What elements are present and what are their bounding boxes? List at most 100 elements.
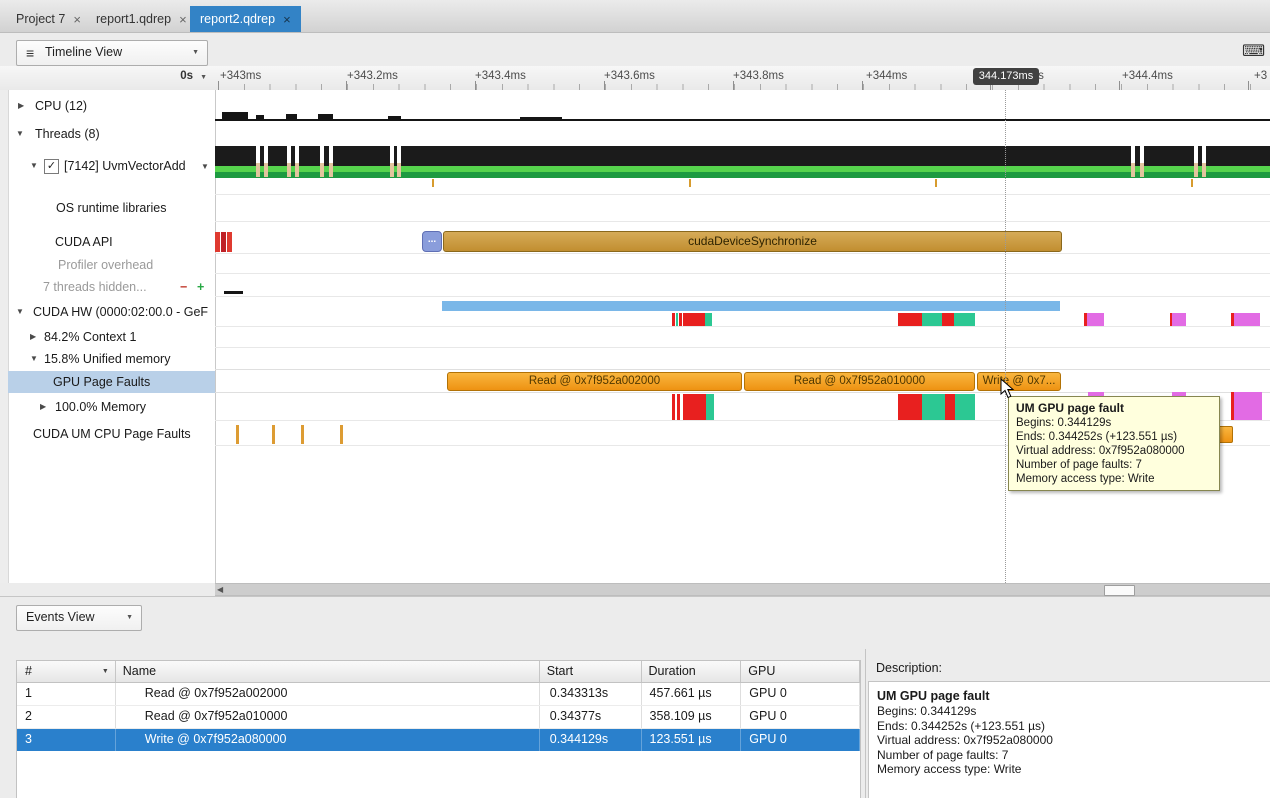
sidebar-item-context1[interactable]: ▶ 84.2% Context 1 bbox=[0, 327, 215, 347]
sidebar-item-unified-memory[interactable]: ▼ 15.8% Unified memory bbox=[0, 349, 215, 369]
memory-segment[interactable] bbox=[672, 394, 675, 420]
time-marker-badge[interactable]: 344.173ms bbox=[973, 68, 1039, 85]
keyboard-shortcuts-icon[interactable]: ⌨ bbox=[1242, 41, 1265, 61]
cell-gpu: GPU 0 bbox=[741, 706, 860, 728]
tab-project[interactable]: Project 7 × bbox=[6, 6, 91, 32]
memory-segment[interactable] bbox=[898, 394, 922, 420]
gpu-page-fault-bar[interactable]: Read @ 0x7f952a002000 bbox=[447, 372, 742, 391]
collapsed-api-calls-chip[interactable]: ... bbox=[422, 231, 442, 252]
view-selector[interactable]: ≡ Timeline View ▼ bbox=[16, 40, 208, 66]
chevron-down-icon[interactable]: ▼ bbox=[30, 349, 38, 369]
scrollbar-thumb[interactable] bbox=[1104, 585, 1135, 596]
close-icon[interactable]: × bbox=[283, 13, 291, 26]
kernel-segment[interactable] bbox=[679, 313, 682, 326]
chevron-down-icon: ▼ bbox=[126, 614, 133, 621]
gpu-page-fault-bar[interactable]: Read @ 0x7f952a010000 bbox=[744, 372, 975, 391]
cpu-page-fault-tick[interactable] bbox=[272, 425, 275, 444]
row-separator bbox=[215, 347, 1270, 348]
column-header-start[interactable]: Start bbox=[540, 661, 642, 682]
tab-report2-active[interactable]: report2.qdrep × bbox=[190, 6, 301, 32]
ruler-tick-label: +343.2ms bbox=[347, 70, 398, 82]
cpu-page-fault-tick[interactable] bbox=[301, 425, 304, 444]
kernel-segment[interactable] bbox=[954, 313, 975, 326]
sidebar-item-gpu-page-faults[interactable]: GPU Page Faults bbox=[0, 372, 215, 392]
chevron-down-icon[interactable]: ▼ bbox=[200, 74, 207, 81]
memory-segment[interactable] bbox=[706, 394, 714, 420]
sidebar-item-cpu[interactable]: ▶ CPU (12) bbox=[0, 96, 215, 116]
table-row[interactable]: 1 Read @ 0x7f952a002000 0.343313s 457.66… bbox=[17, 683, 860, 706]
thread-gap bbox=[329, 146, 333, 177]
table-row-selected[interactable]: 3 Write @ 0x7f952a080000 0.344129s 123.5… bbox=[17, 729, 860, 751]
ruler-major-tick bbox=[475, 81, 476, 90]
scroll-left-icon[interactable]: ◀ bbox=[217, 584, 223, 595]
chevron-down-icon[interactable]: ▼ bbox=[16, 124, 24, 144]
timeline-ruler[interactable]: +343ms +343.2ms +343.4ms +343.6ms +343.8… bbox=[215, 66, 1270, 91]
os-event-tick[interactable] bbox=[935, 179, 937, 187]
os-event-tick[interactable] bbox=[1191, 179, 1193, 187]
chevron-down-icon[interactable]: ▼ bbox=[30, 156, 38, 176]
memory-transfer-segment[interactable] bbox=[1172, 313, 1186, 326]
kernel-segment[interactable] bbox=[683, 313, 705, 326]
column-header-duration[interactable]: Duration bbox=[642, 661, 742, 682]
ruler-major-tick bbox=[1248, 81, 1249, 90]
chevron-right-icon[interactable]: ▶ bbox=[40, 397, 46, 417]
close-icon[interactable]: × bbox=[73, 13, 81, 26]
ruler-origin-cell[interactable]: 0s ▼ bbox=[0, 66, 216, 91]
kernel-segment[interactable] bbox=[942, 313, 954, 326]
sidebar-item-uvmvectoradd-thread[interactable]: ▼ ✓ [7142] UvmVectorAdd ▼ bbox=[0, 156, 215, 176]
kernel-segment[interactable] bbox=[705, 313, 712, 326]
tooltip-line: Memory access type: Write bbox=[1016, 472, 1212, 486]
memory-segment[interactable] bbox=[922, 394, 945, 420]
kernel-segment[interactable] bbox=[676, 313, 678, 326]
kernel-segment[interactable] bbox=[672, 313, 675, 326]
api-call-segment[interactable] bbox=[215, 232, 220, 252]
kernel-range-bar[interactable] bbox=[442, 301, 1060, 311]
chevron-right-icon[interactable]: ▶ bbox=[30, 327, 36, 347]
chevron-right-icon[interactable]: ▶ bbox=[18, 96, 24, 116]
os-event-tick[interactable] bbox=[432, 179, 434, 187]
cuda-api-bar[interactable]: cudaDeviceSynchronize bbox=[443, 231, 1062, 252]
gpu-page-fault-bar[interactable]: Write @ 0x7... bbox=[977, 372, 1061, 391]
tab-report1[interactable]: report1.qdrep × bbox=[86, 6, 197, 32]
sidebar-item-memory[interactable]: ▶ 100.0% Memory bbox=[0, 397, 215, 417]
thread-checkbox[interactable]: ✓ bbox=[44, 159, 59, 174]
sidebar-item-um-cpu-page-faults[interactable]: CUDA UM CPU Page Faults bbox=[0, 424, 215, 444]
sidebar-item-cuda-hw[interactable]: ▼ CUDA HW (0000:02:00.0 - GeF bbox=[0, 302, 215, 322]
table-row[interactable]: 2 Read @ 0x7f952a010000 0.34377s 358.109… bbox=[17, 706, 860, 729]
kernel-segment[interactable] bbox=[898, 313, 922, 326]
sidebar-item-profiler-overhead[interactable]: Profiler overhead bbox=[0, 255, 215, 275]
events-panel: Events View ▼ # ▼ Name Start Duration GP… bbox=[0, 596, 1270, 798]
chevron-down-icon[interactable]: ▼ bbox=[16, 302, 24, 322]
column-header-num[interactable]: # ▼ bbox=[17, 661, 116, 682]
memory-transfer-segment[interactable] bbox=[1087, 313, 1104, 326]
os-event-tick[interactable] bbox=[689, 179, 691, 187]
memory-segment[interactable] bbox=[945, 394, 955, 420]
column-header-name[interactable]: Name bbox=[116, 661, 540, 682]
sidebar-item-threads-hidden[interactable]: 7 threads hidden... − + bbox=[0, 277, 215, 297]
events-table-header: # ▼ Name Start Duration GPU bbox=[17, 661, 860, 683]
column-header-gpu[interactable]: GPU bbox=[741, 661, 860, 682]
timeline-hscrollbar[interactable]: ◀ bbox=[215, 583, 1270, 596]
cell-num: 1 bbox=[17, 683, 116, 705]
sidebar-item-os-runtime[interactable]: OS runtime libraries bbox=[0, 198, 215, 218]
api-call-segment[interactable] bbox=[227, 232, 232, 252]
tooltip-line: Ends: 0.344252s (+123.551 µs) bbox=[1016, 430, 1212, 444]
memory-transfer-segment[interactable] bbox=[1234, 392, 1262, 420]
show-thread-button[interactable]: + bbox=[197, 277, 204, 297]
memory-transfer-segment[interactable] bbox=[1234, 313, 1260, 326]
kernel-segment[interactable] bbox=[922, 313, 942, 326]
cpu-page-fault-tick[interactable] bbox=[340, 425, 343, 444]
api-call-segment[interactable] bbox=[221, 232, 226, 252]
bottom-view-selector[interactable]: Events View ▼ bbox=[16, 605, 142, 631]
chevron-down-icon[interactable]: ▼ bbox=[201, 157, 209, 177]
sidebar-item-cuda-api[interactable]: CUDA API bbox=[0, 232, 215, 252]
sidebar-item-threads[interactable]: ▼ Threads (8) bbox=[0, 124, 215, 144]
memory-segment[interactable] bbox=[677, 394, 680, 420]
close-icon[interactable]: × bbox=[179, 13, 187, 26]
hide-thread-button[interactable]: − bbox=[180, 277, 187, 297]
cpu-page-fault-tick[interactable] bbox=[236, 425, 239, 444]
panel-splitter[interactable] bbox=[865, 649, 866, 798]
row-separator bbox=[215, 273, 1270, 274]
memory-segment[interactable] bbox=[955, 394, 975, 420]
memory-segment[interactable] bbox=[683, 394, 706, 420]
